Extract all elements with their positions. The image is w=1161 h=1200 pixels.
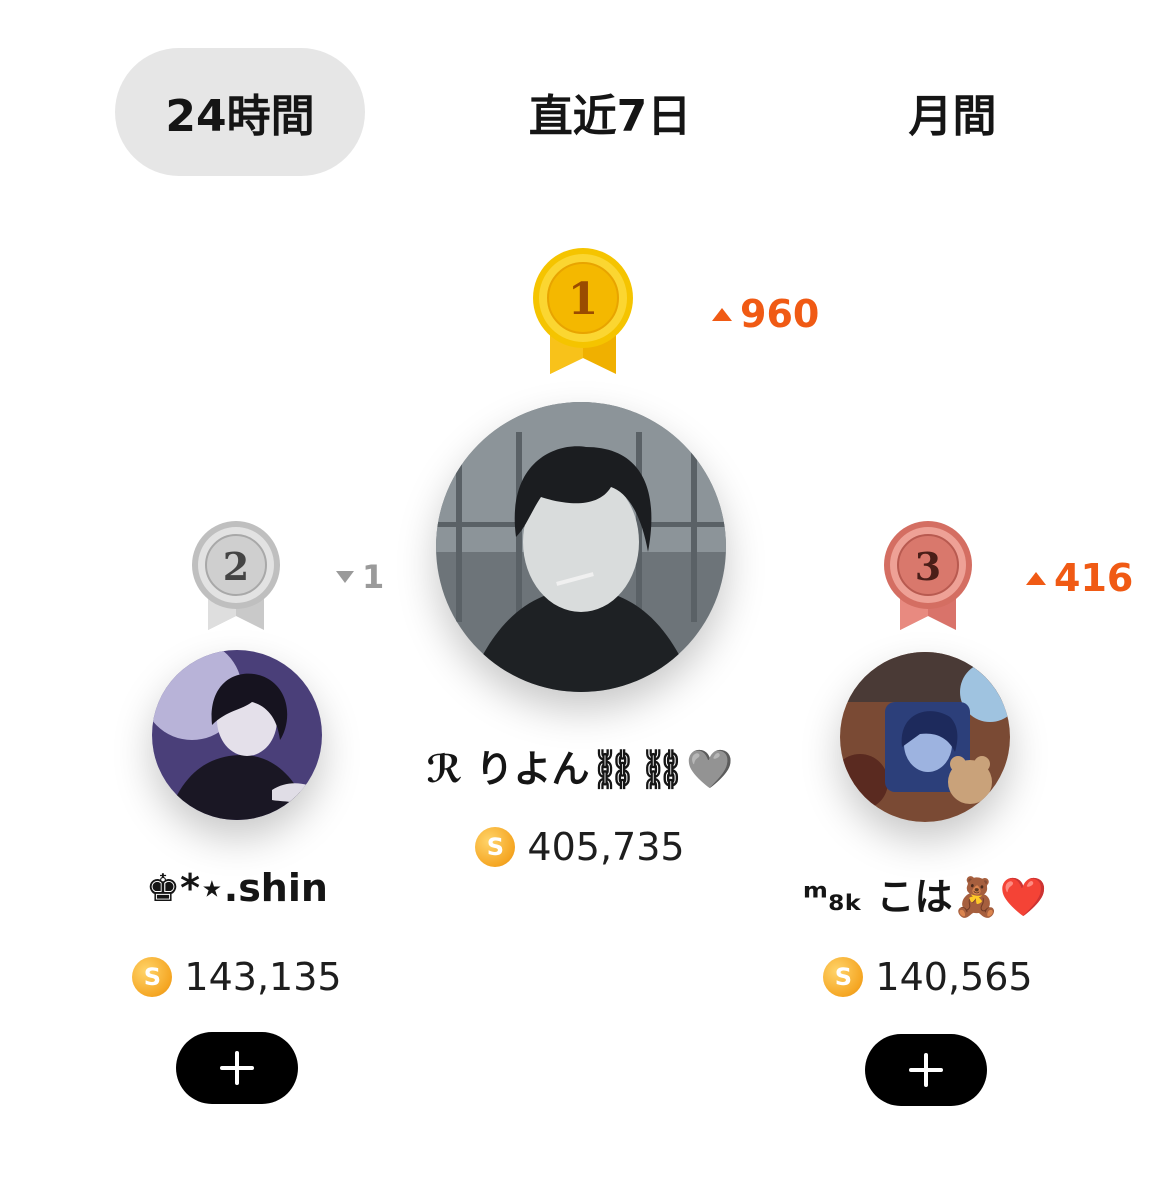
period-tabs: 24時間 直近7日 月間 <box>0 0 1161 200</box>
avatar-rank-3[interactable] <box>840 652 1010 822</box>
score-value: 405,735 <box>527 825 685 869</box>
plus-icon <box>909 1053 943 1087</box>
rank-change-value: 1 <box>362 558 385 596</box>
tab-7days[interactable]: 直近7日 <box>490 48 730 176</box>
tab-monthly[interactable]: 月間 <box>840 48 1065 176</box>
up-triangle-icon <box>712 307 732 321</box>
silver-medal-icon: 2 <box>188 520 284 634</box>
bronze-medal-icon: 3 <box>880 520 976 634</box>
score-rank-1: S 405,735 <box>430 822 730 872</box>
rank-change-value: 416 <box>1054 556 1134 600</box>
tab-24h[interactable]: 24時間 <box>115 48 365 176</box>
up-triangle-icon <box>1026 571 1046 585</box>
user-name-rank-1: ℛ りよん⛓⛓🩶 <box>426 747 734 791</box>
score-rank-2: S 143,135 <box>92 952 382 1002</box>
svg-text:2: 2 <box>223 544 249 589</box>
score-rank-3: S 140,565 <box>778 952 1078 1002</box>
coin-icon: S <box>475 827 516 867</box>
avatar-rank-1[interactable] <box>436 402 726 692</box>
rank-change-down: 1 <box>336 558 384 596</box>
user-name-rank-2: ♚*⋆.shin <box>146 866 328 910</box>
svg-text:1: 1 <box>568 274 599 325</box>
avatar-rank-2[interactable] <box>152 650 322 820</box>
rank-change-value: 960 <box>740 292 820 336</box>
coin-icon: S <box>823 957 864 997</box>
follow-button-rank-3[interactable] <box>865 1034 987 1106</box>
user-name-rank-3: ᵐ₈ₖ こは🧸❤️ <box>802 875 1048 919</box>
plus-icon <box>220 1051 254 1085</box>
coin-icon: S <box>132 957 173 997</box>
gold-medal-icon: 1 <box>528 246 638 378</box>
score-value: 143,135 <box>184 955 342 999</box>
score-value: 140,565 <box>875 955 1033 999</box>
rank-change-up: 960 <box>712 292 819 336</box>
rank-change-up: 416 <box>1026 556 1133 600</box>
down-triangle-icon <box>336 571 354 583</box>
svg-text:3: 3 <box>915 544 941 589</box>
follow-button-rank-2[interactable] <box>176 1032 298 1104</box>
